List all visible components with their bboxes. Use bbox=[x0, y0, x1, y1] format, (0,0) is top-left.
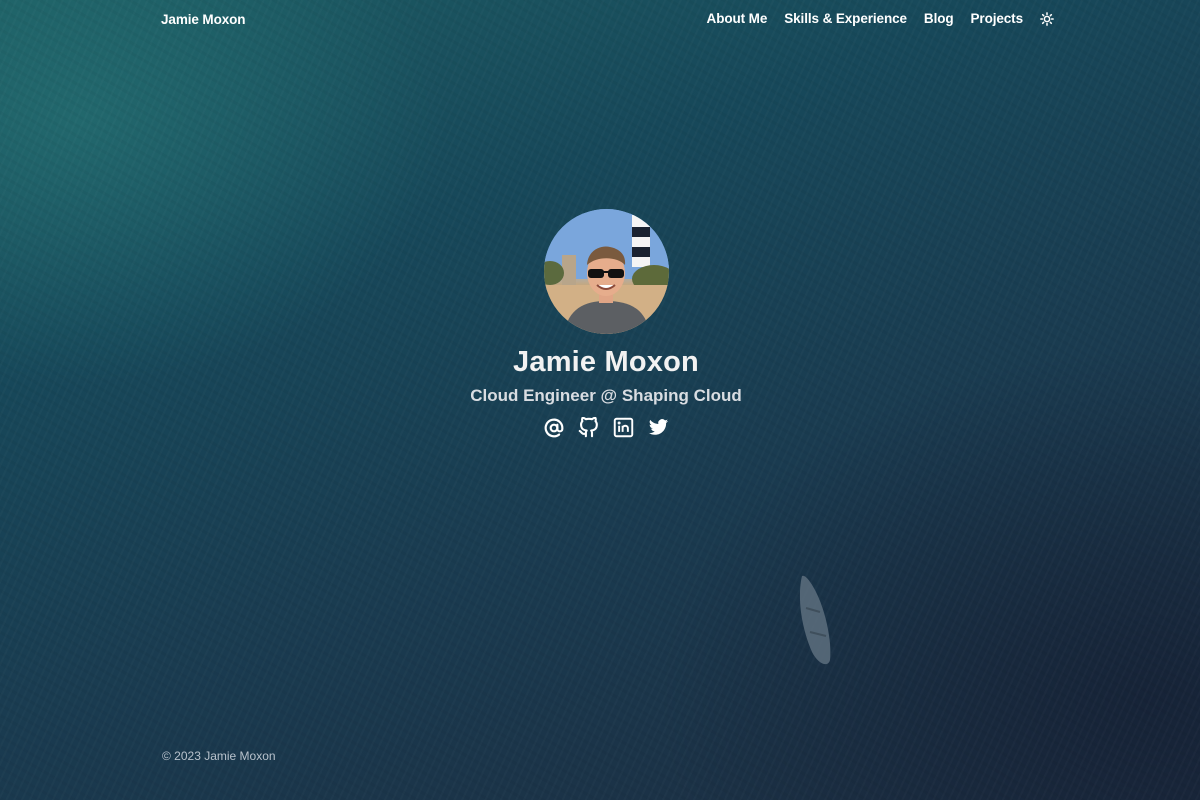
site-header: Jamie Moxon About Me Skills & Experience… bbox=[0, 0, 1200, 40]
nav-blog[interactable]: Blog bbox=[924, 11, 954, 26]
avatar bbox=[543, 209, 669, 334]
profile-subtitle: Cloud Engineer @ Shaping Cloud bbox=[470, 386, 742, 405]
at-sign-icon bbox=[544, 418, 563, 437]
nav-about-me[interactable]: About Me bbox=[707, 11, 768, 26]
main-nav: About Me Skills & Experience Blog Projec… bbox=[707, 11, 1054, 26]
copyright-text: © 2023 Jamie Moxon bbox=[162, 749, 276, 763]
site-footer: © 2023 Jamie Moxon bbox=[162, 749, 276, 763]
hero-section: Jamie Moxon Cloud Engineer @ Shaping Clo… bbox=[0, 209, 1200, 438]
linkedin-link[interactable] bbox=[613, 417, 634, 438]
github-link[interactable] bbox=[578, 417, 599, 438]
twitter-link[interactable] bbox=[648, 417, 669, 438]
brand-link[interactable]: Jamie Moxon bbox=[161, 12, 246, 27]
email-link[interactable] bbox=[543, 417, 564, 438]
github-icon bbox=[578, 417, 598, 438]
nav-projects[interactable]: Projects bbox=[971, 11, 1024, 26]
sun-icon bbox=[1040, 11, 1054, 26]
social-links bbox=[543, 417, 669, 438]
boat-image bbox=[799, 575, 831, 665]
linkedin-icon bbox=[613, 417, 634, 438]
nav-skills-experience[interactable]: Skills & Experience bbox=[784, 11, 907, 26]
theme-toggle-button[interactable] bbox=[1040, 11, 1054, 26]
profile-name: Jamie Moxon bbox=[513, 346, 699, 378]
twitter-icon bbox=[648, 419, 669, 435]
